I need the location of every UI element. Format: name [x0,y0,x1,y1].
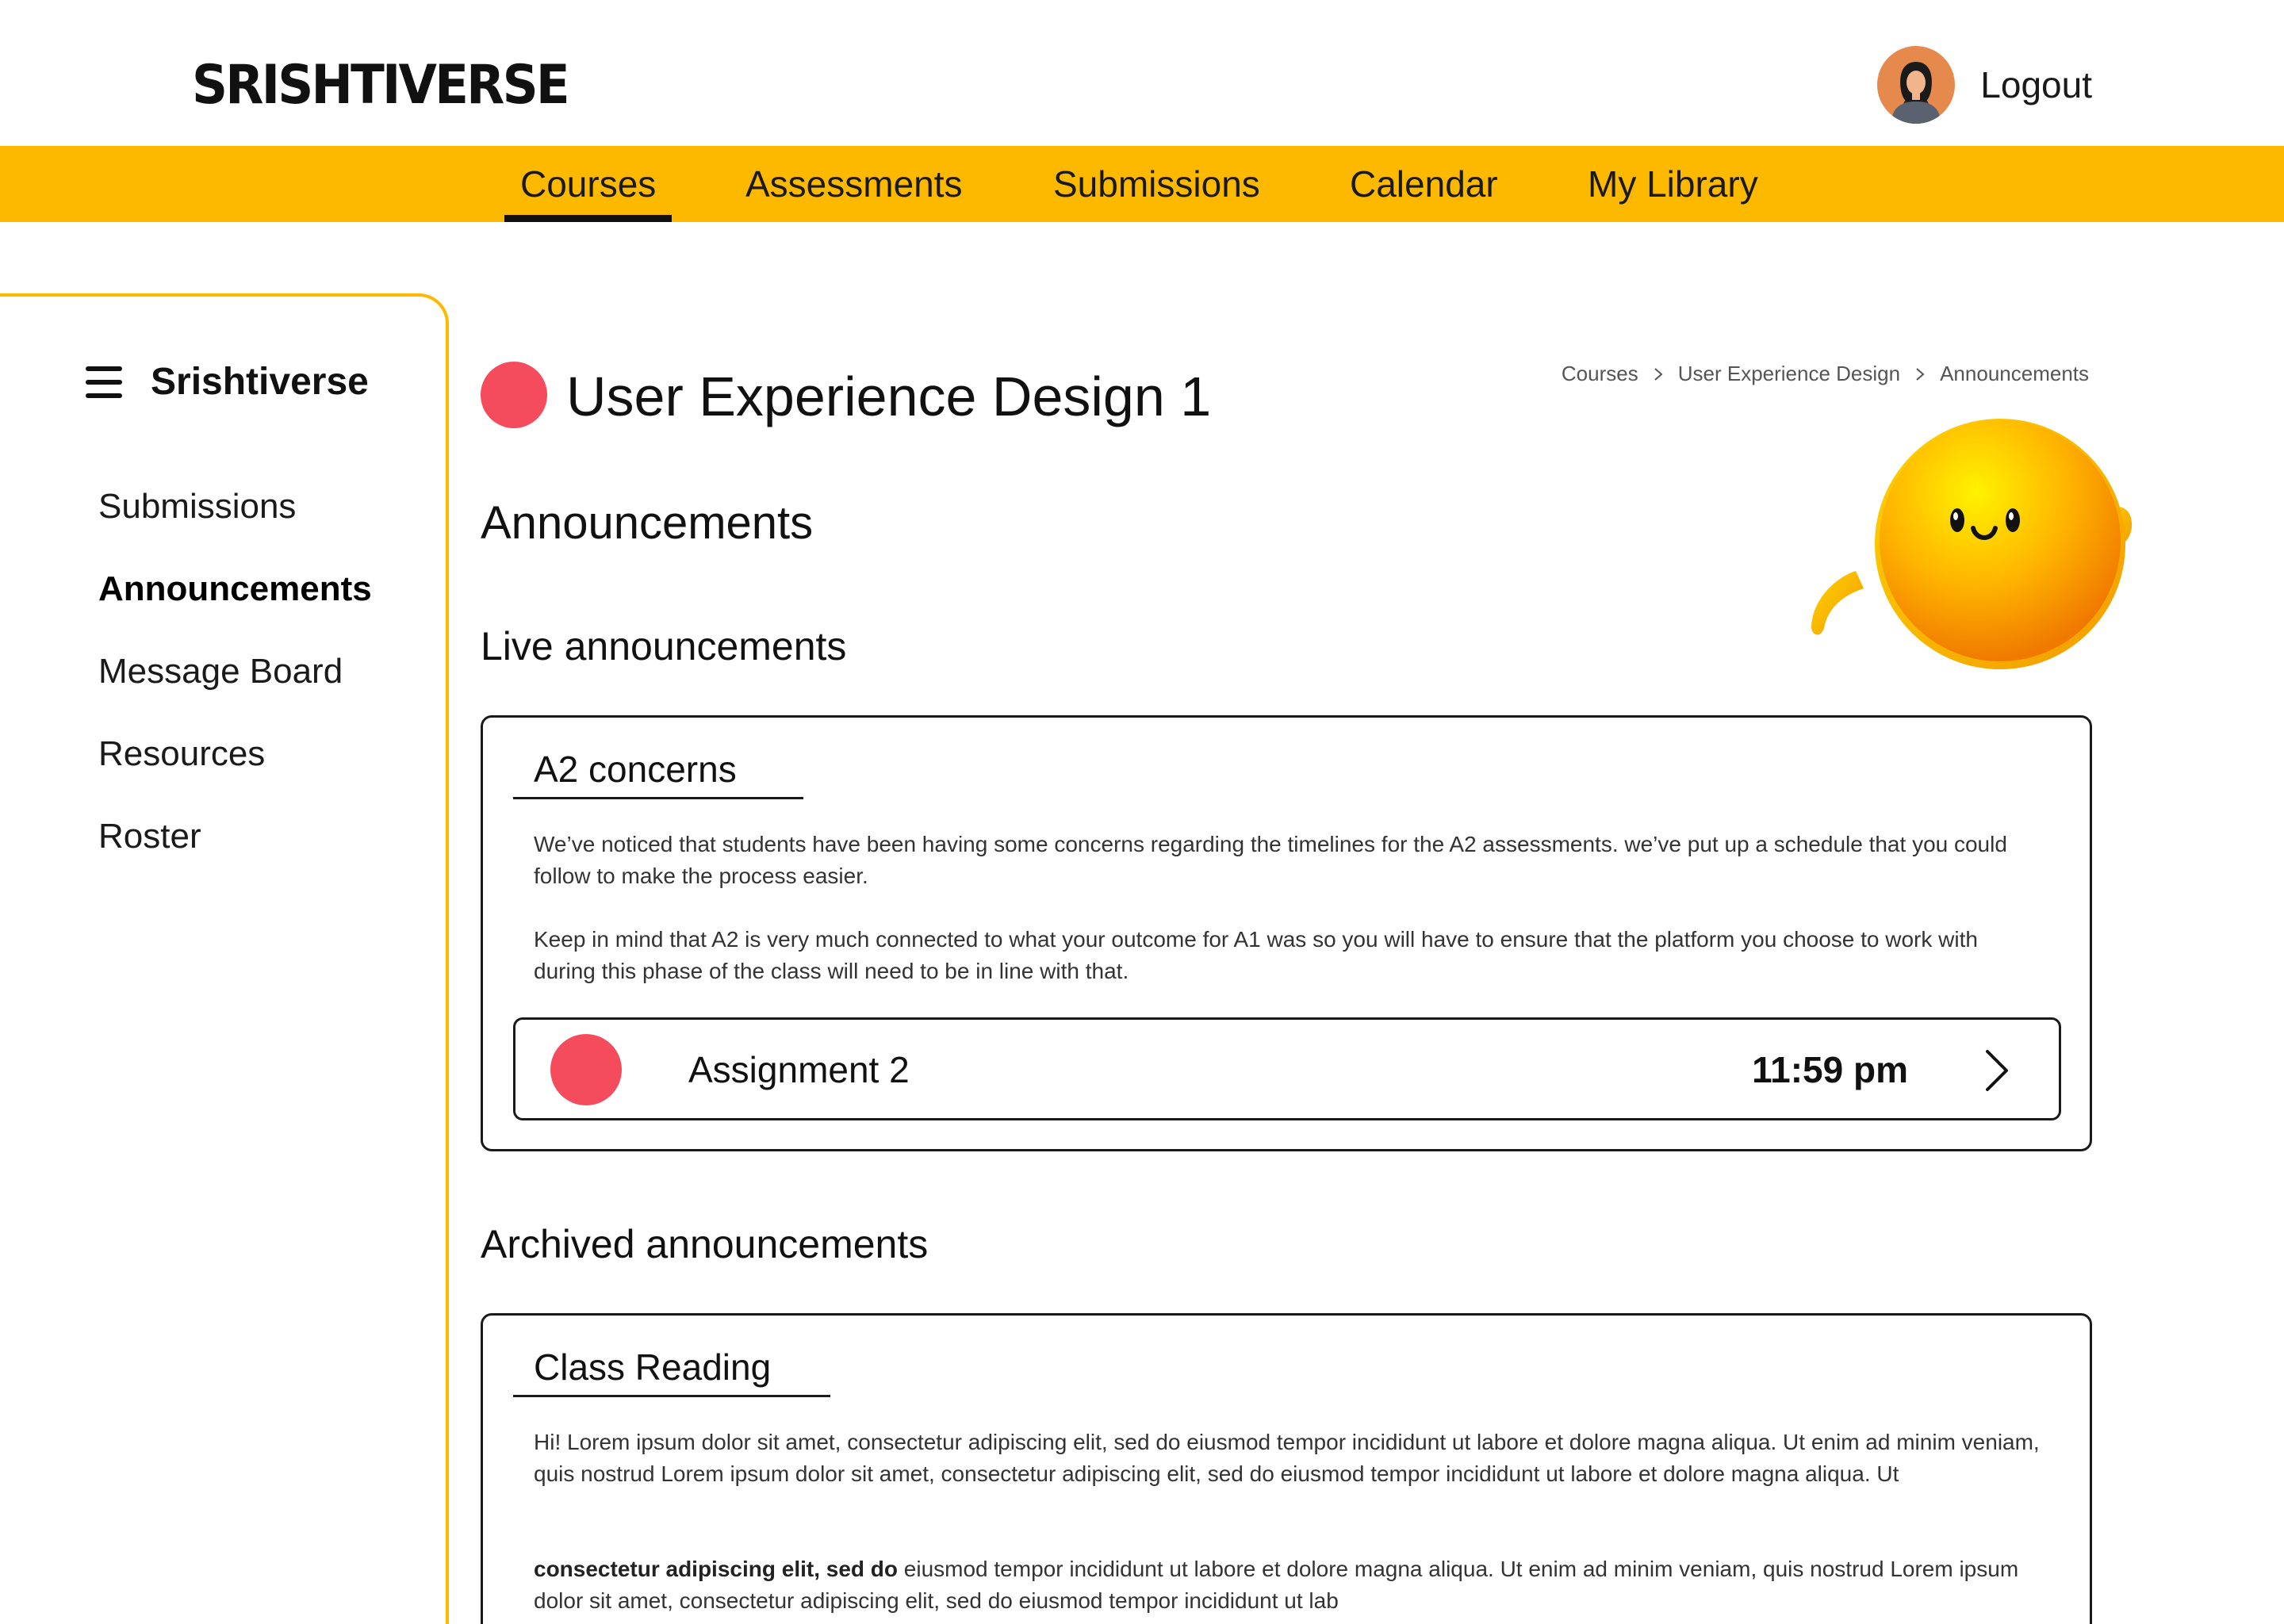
course-color-dot [481,362,547,428]
chevron-right-icon [1916,367,1925,381]
nav-tab-calendar[interactable]: Calendar [1350,146,1498,222]
sidebar-title: Srishtiverse [151,361,369,403]
mascot-illustration [1811,419,2133,669]
sidebar-item-roster[interactable]: Roster [98,817,201,856]
hamburger-icon[interactable] [86,366,122,398]
main-nav: Courses Assessments Submissions Calendar… [0,146,2284,222]
assignment-due-time: 11:59 pm [1752,1049,1908,1090]
breadcrumb-courses[interactable]: Courses [1562,362,1638,386]
user-avatar-icon [1891,62,1941,124]
user-area: Logout [1877,46,2092,124]
breadcrumb-course[interactable]: User Experience Design [1678,362,1900,386]
nav-tab-submissions[interactable]: Submissions [1053,146,1260,222]
title-underline [513,1395,830,1397]
assignment-link-row[interactable]: Assignment 2 11:59 pm [513,1017,2061,1120]
sidebar-item-submissions[interactable]: Submissions [98,487,296,527]
breadcrumb: Courses User Experience Design Announcem… [1562,362,2089,386]
sidebar-item-message-board[interactable]: Message Board [98,652,343,691]
announcement-body-bold: consectetur adipiscing elit, sed do [534,1557,898,1581]
announcement-title: A2 concerns [534,749,737,790]
logout-button[interactable]: Logout [1980,46,2092,124]
announcement-body-1: Hi! Lorem ipsum dolor sit amet, consecte… [534,1430,2040,1486]
nav-tab-my-library[interactable]: My Library [1588,146,1758,222]
breadcrumb-announcements[interactable]: Announcements [1940,362,2089,386]
assignment-color-dot [550,1034,622,1105]
announcement-title: Class Reading [534,1346,772,1388]
sidebar-item-resources[interactable]: Resources [98,734,265,774]
course-sidebar: Srishtiverse Submissions Announcements M… [0,293,449,1624]
archived-announcement-card: Class Reading Hi! Lorem ipsum dolor sit … [481,1313,2092,1624]
announcement-body-1: We’ve noticed that students have been ha… [534,832,2007,888]
course-title: User Experience Design 1 [566,366,1212,427]
live-announcement-card: A2 concerns We’ve noticed that students … [481,715,2092,1151]
title-underline [513,797,803,799]
sidebar-header: Srishtiverse [86,360,369,404]
app-logo[interactable]: SRISHTIVERSE [192,54,570,117]
sidebar-item-announcements[interactable]: Announcements [98,569,372,609]
archived-announcements-heading: Archived announcements [481,1222,929,1266]
chevron-right-icon [1654,367,1663,381]
page-title: Announcements [481,497,814,549]
nav-tab-courses[interactable]: Courses [504,146,673,222]
announcement-body-2: consectetur adipiscing elit, sed do eius… [534,1553,2042,1617]
user-avatar[interactable] [1877,46,1956,124]
chevron-right-icon[interactable] [1973,1048,2018,1093]
announcement-body-2: Keep in mind that A2 is very much connec… [534,927,1978,983]
assignment-label: Assignment 2 [688,1049,910,1090]
nav-tab-assessments[interactable]: Assessments [745,146,963,222]
live-announcements-heading: Live announcements [481,624,847,668]
